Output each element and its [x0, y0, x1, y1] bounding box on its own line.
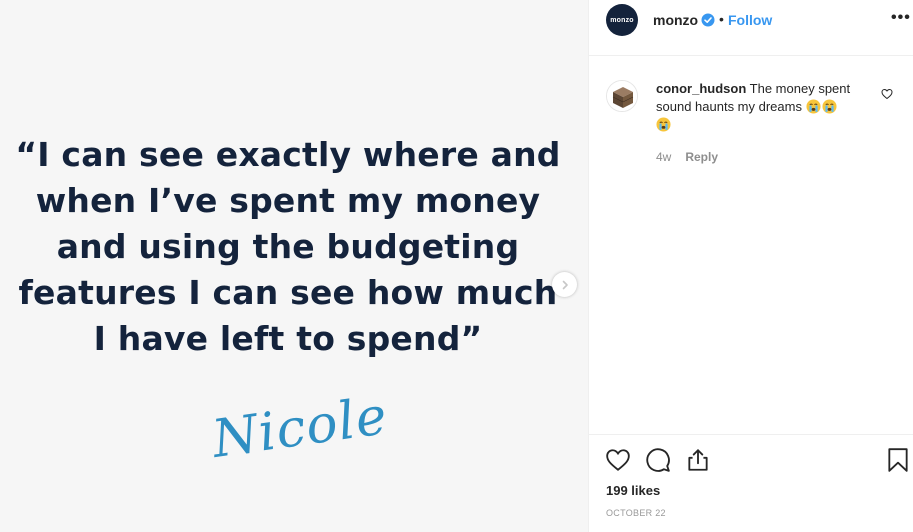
crying-face-icon	[822, 99, 837, 114]
post-actions: 199 likes OCTOBER 22	[589, 434, 913, 532]
comment-username[interactable]: conor_hudson	[656, 81, 746, 96]
follow-button[interactable]: Follow	[728, 12, 772, 28]
like-heart-icon[interactable]	[605, 447, 631, 473]
share-icon[interactable]	[685, 447, 711, 473]
comment-avatar[interactable]	[606, 80, 638, 112]
more-options-icon[interactable]: •••	[891, 9, 911, 27]
next-image-button[interactable]	[552, 272, 577, 297]
chevron-right-icon	[562, 280, 568, 289]
comment-meta: 4w Reply	[656, 150, 718, 164]
comment-body: conor_hudson The money spent sound haunt…	[656, 80, 866, 134]
signature-text: Nicole	[208, 386, 392, 470]
heart-icon[interactable]	[881, 88, 893, 100]
comment-age[interactable]: 4w	[656, 150, 671, 164]
separator-dot: •	[719, 11, 724, 27]
avatar-image	[607, 81, 637, 111]
reply-button[interactable]: Reply	[685, 150, 718, 164]
post-sidebar: monzo monzo • Follow ••• conor_hudson Th…	[588, 0, 913, 532]
comment-bubble-icon[interactable]	[645, 447, 671, 473]
post-username[interactable]: monzo	[653, 12, 698, 28]
post-image: “I can see exactly where and when I’ve s…	[0, 0, 588, 532]
quote-text: “I can see exactly where and when I’ve s…	[15, 135, 561, 358]
crying-face-icon	[656, 117, 671, 132]
avatar-text: monzo	[610, 16, 634, 24]
avatar[interactable]: monzo	[606, 4, 638, 36]
verified-badge-icon	[701, 13, 715, 27]
post-date[interactable]: OCTOBER 22	[606, 508, 666, 518]
crying-face-icon	[806, 99, 821, 114]
post-header: monzo monzo • Follow •••	[589, 0, 913, 56]
likes-count[interactable]: 199 likes	[606, 483, 660, 498]
bookmark-icon[interactable]	[885, 447, 911, 473]
comment-item: conor_hudson The money spent sound haunt…	[589, 72, 913, 172]
